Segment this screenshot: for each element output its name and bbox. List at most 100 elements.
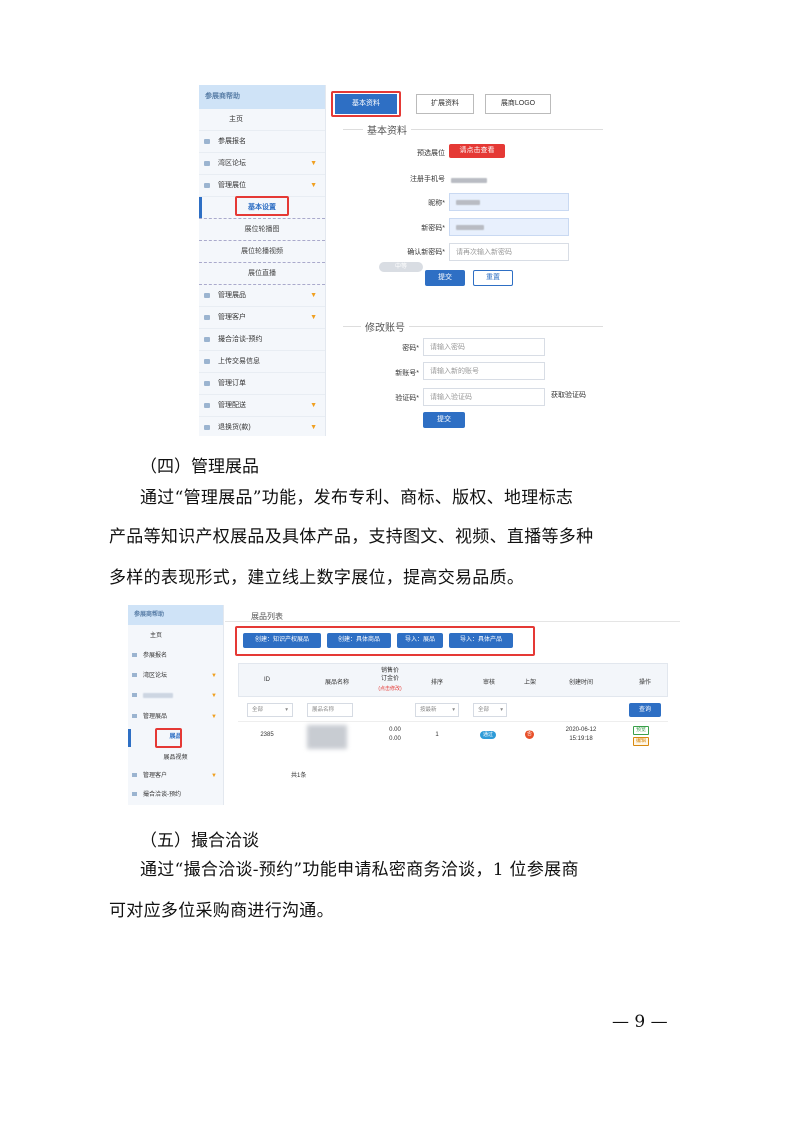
sidebar-item-manage-booth[interactable]: 管理展位 ▼ [199, 175, 325, 197]
import-product-button[interactable]: 导入：具体产品 [449, 633, 513, 648]
chevron-down-icon: ▼ [310, 182, 317, 189]
sidebar-item-orders[interactable]: 管理订单 [199, 373, 325, 395]
list-icon [132, 673, 137, 678]
col-actions: 操作 [638, 680, 651, 686]
nickname-field[interactable] [449, 193, 569, 211]
chat-icon [204, 336, 210, 342]
settings-panel: 基本资料 扩展资料 展商LOGO 基本资料 预选展位 请点击查看 注册手机号 昵… [327, 85, 619, 436]
cell-price1[interactable]: 0.00 [375, 727, 415, 733]
import-exhibit-button[interactable]: 导入：展品 [397, 633, 443, 648]
sidebar-item-delivery[interactable]: 管理配送 ▼ [199, 395, 325, 417]
chevron-down-icon: ▼ [211, 693, 217, 699]
order-icon [204, 380, 210, 386]
nickname-label: 昵称* [428, 200, 445, 207]
confirm-password-label: 确认新密码* [407, 249, 445, 256]
new-account-field[interactable]: 请输入新的账号 [423, 362, 545, 380]
create-ip-exhibit-button[interactable]: 创建：知识产权展品 [243, 633, 321, 648]
chevron-down-icon: ▼ [211, 714, 217, 720]
highlight-box [155, 728, 182, 748]
audit-badge: 通过 [480, 731, 496, 739]
paragraph-line: 多样的表现形式，建立线上数字展位，提高交易品质。 [109, 568, 525, 588]
id-filter-select[interactable]: 全部 ▾ [247, 703, 293, 717]
sidebar-item-home[interactable]: 主页 [128, 627, 223, 646]
sidebar-sub-carousel[interactable]: 展位轮播图 [199, 219, 325, 241]
preview-button[interactable]: 预览 [633, 726, 650, 735]
sidebar-item-returns[interactable]: 退换货(款) ▼ [199, 417, 325, 436]
sidebar-sub-video[interactable]: 展位轮播视频 [199, 241, 325, 263]
user-icon [132, 773, 137, 778]
query-button[interactable]: 查询 [629, 703, 661, 717]
create-product-button[interactable]: 创建：具体商品 [327, 633, 391, 648]
sidebar-item-exhibits[interactable]: 管理展品 ▼ [199, 285, 325, 307]
section-title-basic: 基本资料 [363, 122, 411, 137]
chevron-down-icon: ▼ [211, 673, 217, 679]
sidebar-item-register[interactable]: 参展报名 [199, 131, 325, 153]
new-password-field[interactable] [449, 218, 569, 236]
sidebar-item-forum[interactable]: 湾区论坛 ▼ [128, 667, 223, 686]
col-name: 展品名称 [324, 680, 349, 686]
cell-date: 2020-06-12 [565, 727, 597, 733]
cell-price2[interactable]: 0.00 [375, 736, 415, 742]
edit-button[interactable]: 编辑 [633, 737, 650, 746]
sidebar-item-upload[interactable]: 上传交易信息 [199, 351, 325, 373]
sidebar-item-clients[interactable]: 管理客户 ▼ [199, 307, 325, 329]
tab-extended-info[interactable]: 扩展资料 [416, 94, 474, 114]
user-icon [204, 314, 210, 320]
sidebar-item-matchmaking[interactable]: 撮合洽谈-预约 [128, 786, 223, 805]
page-number: — 9 — [612, 1012, 668, 1032]
chevron-down-icon: ▼ [310, 424, 317, 431]
return-icon [204, 424, 210, 430]
reset-button[interactable]: 重置 [473, 270, 513, 286]
doc-icon [132, 653, 137, 658]
strength-badge: 中等 [379, 262, 423, 272]
tab-logo[interactable]: 展商LOGO [485, 94, 551, 114]
confirm-password-field[interactable]: 请再次输入新密码 [449, 243, 569, 261]
get-code-link[interactable]: 获取验证码 [551, 390, 586, 400]
highlight-box [235, 196, 289, 216]
cell-id: 2385 [260, 732, 274, 738]
name-filter-input[interactable]: 展品名称 [307, 703, 353, 717]
paragraph-line: 通过“管理展品”功能，发布专利、商标、版权、地理标志 [140, 488, 574, 508]
col-id: ID [264, 677, 270, 683]
sidebar-item-exhibits[interactable]: 管理展品 ▼ [128, 708, 223, 727]
code-field[interactable]: 请输入验证码 [423, 388, 545, 406]
col-audit: 审核 [482, 680, 495, 686]
list-icon [204, 160, 210, 166]
sidebar-sub-video[interactable]: 展品视频 [128, 749, 223, 768]
chevron-down-icon: ▾ [452, 707, 455, 713]
sidebar-sub-live[interactable]: 展位直播 [199, 263, 325, 285]
audit-filter-select[interactable]: 全部 ▾ [473, 703, 507, 717]
grid-icon [132, 693, 137, 698]
password-label: 密码* [402, 345, 419, 352]
grid-icon [204, 292, 210, 298]
sidebar-item-home[interactable]: 主页 [199, 109, 325, 131]
chevron-down-icon: ▾ [285, 707, 288, 713]
chevron-down-icon: ▼ [310, 292, 317, 299]
col-created: 创建时间 [568, 680, 593, 686]
sidebar-item-clients[interactable]: 管理客户 ▼ [128, 767, 223, 786]
password-field[interactable]: 请输入密码 [423, 338, 545, 356]
booth-label: 预选展位 [417, 150, 445, 157]
new-account-label: 新账号* [395, 370, 419, 377]
col-price: 销售价 订金价 [380, 668, 399, 682]
paragraph-line: 产品等知识产权展品及具体产品，支持图文、视频、直播等多种 [109, 527, 594, 547]
chevron-down-icon: ▼ [310, 160, 317, 167]
sidebar-item-forum[interactable]: 湾区论坛 ▼ [199, 153, 325, 175]
sidebar: 参展商帮助 主页 参展报名 湾区论坛 ▼ ▼ 管理展品 ▼ 展品 展品视频 管理客户… [128, 605, 224, 805]
view-booth-button[interactable]: 请点击查看 [449, 144, 505, 158]
sidebar-item-blurred[interactable]: ▼ [128, 687, 223, 706]
sidebar-item-matchmaking[interactable]: 撮合洽谈-预约 [199, 329, 325, 351]
shelf-badge[interactable]: 否 [525, 730, 534, 739]
paragraph-line: 可对应多位采购商进行沟通。 [109, 901, 334, 921]
sidebar-item-register[interactable]: 参展报名 [128, 647, 223, 666]
account-submit-button[interactable]: 提交 [423, 412, 465, 428]
submit-button[interactable]: 提交 [425, 270, 465, 286]
sort-select[interactable]: 按最新 ▾ [415, 703, 459, 717]
highlight-box [331, 91, 401, 117]
doc-icon [204, 138, 210, 144]
new-password-label: 新密码* [421, 225, 445, 232]
truck-icon [204, 402, 210, 408]
sidebar: 参展商帮助 主页 参展报名 湾区论坛 ▼ 管理展位 ▼ 基本设置 展位轮播图 展位轮… [199, 85, 326, 436]
grid-icon [204, 182, 210, 188]
divider [225, 621, 680, 622]
